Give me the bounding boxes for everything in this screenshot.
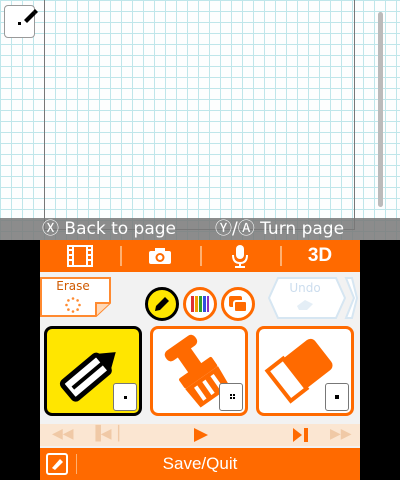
pencil-icon: [155, 297, 169, 311]
save-quit-label: Save/Quit: [162, 454, 238, 473]
back-to-page-hint: Ⓧ Back to page: [42, 219, 177, 239]
color-palette-button[interactable]: [183, 287, 217, 321]
film-icon: [67, 245, 93, 267]
bottom-screen: 3D Erase Undo ◀◀ ▐◀ ▏ ▶▶ Save/Quit: [40, 240, 360, 480]
pen-indicator: [4, 5, 38, 38]
layers-button[interactable]: [221, 287, 255, 321]
playback-bar: ◀◀ ▐◀ ▏ ▶▶: [40, 424, 360, 446]
page-frame: [44, 0, 355, 230]
sparkle-icon: [65, 297, 81, 313]
last-frame-icon[interactable]: ▶▶: [330, 426, 352, 442]
toolbar: 3D: [40, 240, 360, 272]
eraser-size-indicator[interactable]: [325, 383, 349, 411]
first-frame-icon[interactable]: ◀◀: [52, 426, 74, 442]
erase-button[interactable]: Erase: [40, 277, 112, 317]
previous-frame-icon[interactable]: ▐◀: [90, 426, 112, 442]
microphone-button[interactable]: [220, 240, 260, 272]
next-frame-icon[interactable]: [292, 427, 310, 443]
top-screen-canvas: Ⓧ Back to page Ⓨ/Ⓐ Turn page: [0, 0, 400, 240]
color-bars-icon: [191, 296, 209, 312]
pencil-icon: [24, 9, 38, 23]
layers-icon: [229, 296, 248, 313]
pen-size-indicator[interactable]: [113, 383, 137, 411]
hint-bar: Ⓧ Back to page Ⓨ/Ⓐ Turn page: [0, 218, 400, 240]
paint-brush-tool-card[interactable]: [150, 326, 248, 416]
film-button[interactable]: [60, 240, 100, 272]
camera-icon: [149, 248, 171, 264]
page-scrollbar[interactable]: [378, 12, 383, 207]
3d-label: 3D: [307, 245, 333, 266]
3d-button[interactable]: 3D: [298, 240, 342, 272]
brush-size-indicator[interactable]: [219, 383, 243, 411]
pencil-tool-card[interactable]: [44, 326, 142, 416]
play-icon[interactable]: [192, 427, 210, 443]
pen-tool-button[interactable]: [145, 287, 179, 321]
step-back-icon: ▏: [118, 426, 129, 442]
eraser-tool-card[interactable]: [256, 326, 354, 416]
save-quit-button[interactable]: Save/Quit: [40, 448, 360, 480]
undo-button[interactable]: Undo: [268, 277, 358, 319]
undo-label: Undo: [289, 281, 321, 295]
turn-page-hint: Ⓨ/Ⓐ Turn page: [215, 219, 345, 239]
erase-label: Erase: [56, 279, 90, 293]
microphone-icon: [232, 245, 248, 268]
undo-eraser-icon: [297, 300, 313, 310]
camera-button[interactable]: [140, 240, 180, 272]
